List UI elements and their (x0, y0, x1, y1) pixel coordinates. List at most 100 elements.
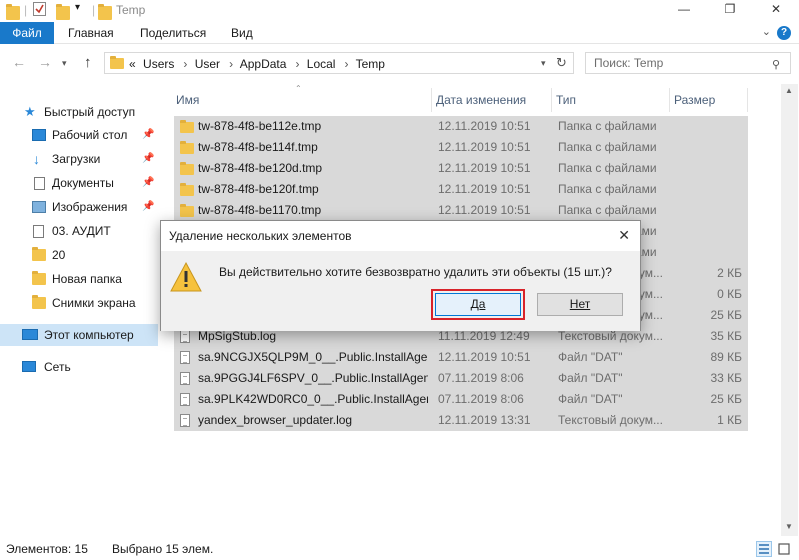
file-date: 12.11.2019 13:31 (438, 413, 531, 427)
properties-icon[interactable] (33, 2, 46, 16)
table-row[interactable]: sa.9NCGJX5QLP9M_0__.Public.InstallAgen..… (174, 347, 748, 368)
address-bar[interactable]: « Users › User › AppData › Local › Temp (104, 52, 574, 74)
nav-quick-access[interactable]: ★ Быстрый доступ (0, 101, 158, 123)
nav-pictures[interactable]: Изображения 📌 (0, 196, 158, 218)
warning-icon (169, 261, 203, 296)
file-date: 12.11.2019 10:51 (438, 140, 531, 154)
search-icon[interactable]: ⚲ (772, 58, 780, 71)
nav-downloads[interactable]: ↓ Загрузки 📌 (0, 148, 158, 170)
download-icon: ↓ (33, 151, 40, 167)
file-name: yandex_browser_updater.log (198, 413, 353, 427)
file-size: 0 КБ (717, 287, 742, 301)
table-row[interactable]: tw-878-4f8-be112e.tmp 12.11.2019 10:51 Пап… (174, 116, 748, 137)
nav-this-pc[interactable]: Этот компьютер (0, 324, 158, 346)
file-size: 2 КБ (717, 266, 742, 280)
close-button[interactable]: ✕ (753, 0, 799, 20)
item-count: Элементов: 15 (6, 542, 88, 556)
folder-icon (6, 4, 20, 20)
dialog-close-button[interactable]: ✕ (618, 227, 630, 244)
nav-network[interactable]: Сеть (0, 356, 158, 378)
file-name: sa.9PLK42WD0RC0_0__.Public.InstallAgen..… (198, 392, 428, 406)
scroll-down-arrow-icon[interactable]: ▼ (785, 522, 793, 531)
separator: | (24, 3, 28, 17)
dialog-title-bar: Удаление нескольких элементов ✕ (161, 221, 640, 251)
chevron-right-icon[interactable]: › (183, 57, 187, 71)
breadcrumb-temp[interactable]: Temp (356, 57, 385, 71)
chevron-right-icon[interactable]: › (229, 57, 233, 71)
table-row[interactable]: tw-878-4f8-be114f.tmp 12.11.2019 10:51 Пап… (174, 137, 748, 158)
chevron-right-icon[interactable]: › (295, 57, 299, 71)
chevron-down-icon[interactable]: ▾ (541, 58, 546, 69)
file-type: Текстовый докум... (558, 413, 663, 427)
tab-view[interactable]: Вид (231, 22, 253, 44)
breadcrumb-overflow[interactable]: « (129, 57, 136, 71)
recent-locations-icon[interactable]: ▾ (62, 58, 67, 69)
search-input[interactable]: Поиск: Temp (585, 52, 791, 74)
up-arrow-icon[interactable]: ↑ (84, 54, 92, 71)
new-folder-icon[interactable] (56, 4, 70, 20)
file-name: tw-878-4f8-be114f.tmp (198, 140, 318, 154)
chevron-down-icon[interactable]: ▾ (75, 2, 80, 16)
file-type: Файл "DAT" (558, 350, 623, 364)
large-icons-view-icon[interactable] (776, 541, 792, 557)
tab-share[interactable]: Поделиться (140, 22, 206, 44)
dialog-title: Удаление нескольких элементов (169, 229, 352, 243)
back-arrow-icon[interactable]: ← (12, 54, 26, 70)
maximize-button[interactable]: ❐ (707, 0, 753, 20)
file-name: tw-878-4f8-be120d.tmp (198, 161, 323, 175)
breadcrumb-appdata[interactable]: AppData (240, 57, 287, 71)
file-type: Папка с файлами (558, 161, 657, 175)
file-icon (180, 351, 190, 364)
forward-arrow-icon[interactable]: → (38, 54, 52, 70)
yes-button[interactable]: Да (435, 293, 521, 316)
nav-desktop[interactable]: Рабочий стол 📌 (0, 124, 158, 146)
nav-screenshots[interactable]: Снимки экрана (0, 292, 158, 314)
file-name: tw-878-4f8-be1170.tmp (198, 203, 322, 217)
separator: | (92, 3, 96, 17)
table-row[interactable]: tw-878-4f8-be120f.tmp 12.11.2019 10:51 Пап… (174, 179, 748, 200)
file-type: Папка с файлами (558, 203, 657, 217)
breadcrumb: « Users › User › AppData › Local › Temp (129, 57, 389, 71)
table-row[interactable]: sa.9PGGJ4LF6SPV_0__.Public.InstallAgent.… (174, 368, 748, 389)
refresh-icon[interactable]: ↻ (556, 55, 567, 71)
pin-icon[interactable]: 📌 (142, 172, 154, 194)
details-view-icon[interactable] (756, 541, 772, 557)
chevron-right-icon[interactable]: › (344, 57, 348, 71)
nav-folder-20[interactable]: 20 (0, 244, 158, 266)
breadcrumb-user[interactable]: User (195, 57, 220, 71)
table-row[interactable]: tw-878-4f8-be120d.tmp 12.11.2019 10:51 Пап… (174, 158, 748, 179)
table-row[interactable]: sa.9PLK42WD0RC0_0__.Public.InstallAgen..… (174, 389, 748, 410)
column-header-type[interactable]: Тип (552, 88, 670, 112)
folder-icon (180, 120, 194, 133)
file-type: Папка с файлами (558, 119, 657, 133)
vertical-scrollbar[interactable]: ▲ ▼ (781, 84, 798, 536)
chevron-down-icon[interactable]: ⌄ (762, 25, 771, 38)
dialog-body: Вы действительно хотите безвозвратно уда… (161, 251, 640, 331)
help-icon[interactable]: ? (777, 26, 791, 40)
navigation-pane: ★ Быстрый доступ Рабочий стол 📌 ↓ Загруз… (0, 96, 160, 536)
nav-new-folder[interactable]: Новая папка (0, 268, 158, 290)
nav-audit[interactable]: 03. АУДИТ (0, 220, 158, 242)
star-icon: ★ (24, 104, 36, 119)
computer-icon (22, 329, 38, 340)
minimize-button[interactable]: — (661, 0, 707, 20)
nav-documents[interactable]: Документы 📌 (0, 172, 158, 194)
scroll-up-arrow-icon[interactable]: ▲ (785, 86, 793, 95)
folder-icon (32, 271, 46, 285)
tab-file[interactable]: Файл (0, 22, 54, 44)
breadcrumb-users[interactable]: Users (143, 57, 174, 71)
pin-icon[interactable]: 📌 (142, 148, 154, 170)
file-icon (180, 372, 190, 385)
column-header-date[interactable]: Дата изменения (432, 88, 552, 112)
column-header-size[interactable]: Размер (670, 88, 748, 112)
pin-icon[interactable]: 📌 (142, 196, 154, 218)
table-row[interactable]: tw-878-4f8-be1170.tmp 12.11.2019 10:51 Пап… (174, 200, 748, 221)
tab-home[interactable]: Главная (68, 22, 114, 44)
file-icon (180, 393, 190, 406)
table-row[interactable]: yandex_browser_updater.log 12.11.2019 13:… (174, 410, 748, 431)
breadcrumb-local[interactable]: Local (307, 57, 336, 71)
no-button[interactable]: Нет (537, 293, 623, 316)
folder-icon (98, 4, 112, 20)
pin-icon[interactable]: 📌 (142, 124, 154, 146)
column-header-name[interactable]: Имя (172, 88, 432, 112)
